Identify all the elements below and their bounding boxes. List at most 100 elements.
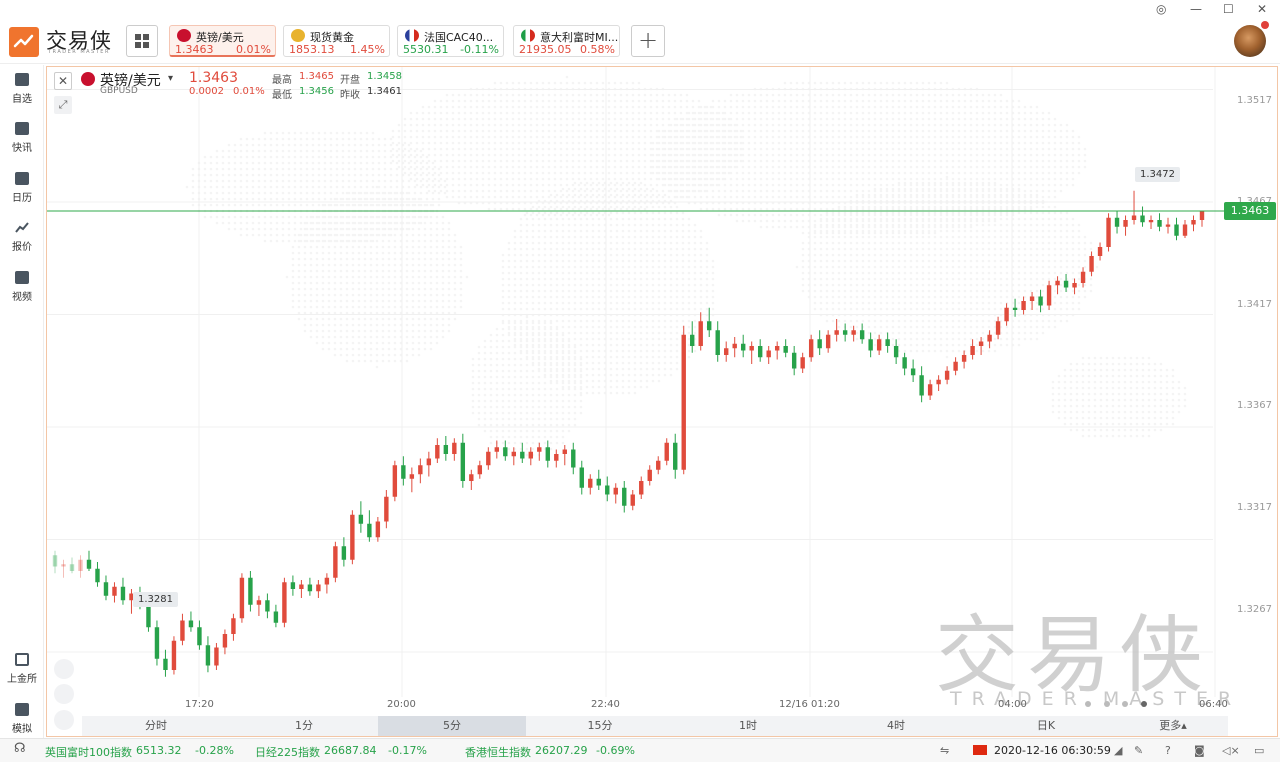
map-dot (651, 349, 655, 353)
map-dot (819, 195, 823, 199)
user-avatar[interactable] (1234, 25, 1266, 57)
map-dot (741, 153, 745, 157)
close-button[interactable]: ✕ (1257, 2, 1267, 16)
map-dot (493, 165, 497, 169)
map-dot (363, 269, 367, 273)
map-dot (499, 159, 503, 163)
map-dot (643, 183, 647, 187)
map-dot (537, 223, 541, 227)
minimize-button[interactable]: — (1190, 2, 1202, 16)
map-dot (499, 207, 503, 211)
map-dot (585, 301, 589, 305)
map-dot (687, 235, 691, 239)
map-dot (613, 117, 617, 121)
map-dot (627, 391, 631, 395)
map-dot (577, 195, 581, 199)
map-dot (341, 173, 345, 177)
map-dot (813, 81, 817, 85)
sidebar-item-calendar[interactable]: 日历 (0, 172, 44, 204)
map-dot (897, 111, 901, 115)
map-dot (345, 269, 349, 273)
map-dot (559, 141, 563, 145)
map-dot (351, 257, 355, 261)
map-dot (221, 167, 225, 171)
map-dot (561, 187, 565, 191)
map-dot (885, 81, 889, 85)
map-dot (681, 189, 685, 193)
map-dot (993, 135, 997, 139)
map-dot (669, 367, 673, 371)
map-dot (675, 165, 679, 169)
sidebar-item-simulate[interactable]: 模拟 (0, 703, 44, 735)
map-dot (335, 191, 339, 195)
map-dot (655, 195, 659, 199)
map-dot (363, 263, 367, 267)
map-dot (371, 143, 375, 147)
ticker-card-gbpusd[interactable]: 英镑/美元 1.3463 0.01% (169, 25, 276, 57)
map-dot (621, 211, 625, 215)
map-dot (753, 195, 757, 199)
map-dot (523, 123, 527, 127)
map-dot (615, 253, 619, 257)
map-dot (741, 213, 745, 217)
map-dot (657, 193, 661, 197)
map-dot (687, 217, 691, 221)
map-dot (915, 153, 919, 157)
sidebar-item-quotes[interactable]: 报价 (0, 221, 44, 253)
map-dot (405, 227, 409, 231)
map-dot (795, 93, 799, 97)
map-dot (951, 99, 955, 103)
map-dot (579, 205, 583, 209)
map-dot (287, 173, 291, 177)
map-dot (513, 247, 517, 251)
map-dot (987, 135, 991, 139)
ticker-card-ftse-mib[interactable]: 意大利富时MI... 21935.05 0.58% (513, 25, 620, 57)
map-dot (939, 105, 943, 109)
settings-icon[interactable]: ◎ (1156, 2, 1166, 16)
map-dot (741, 189, 745, 193)
grid-icon (135, 34, 149, 48)
map-dot (699, 189, 703, 193)
map-dot (559, 111, 563, 115)
map-dot (505, 165, 509, 169)
ticker-card-cac40[interactable]: 法国CAC40... 5530.31 -0.11% (397, 25, 504, 57)
map-dot (1029, 123, 1033, 127)
map-dot (675, 159, 679, 163)
map-dot (993, 111, 997, 115)
map-dot (529, 195, 533, 199)
map-dot (633, 217, 637, 221)
map-dot (1035, 105, 1039, 109)
map-dot (621, 325, 625, 329)
map-dot (345, 197, 349, 201)
map-dot (1035, 111, 1039, 115)
map-dot (393, 281, 397, 285)
map-dot (867, 189, 871, 193)
sidebar-item-exchange[interactable]: 上金所 (0, 653, 44, 685)
map-dot (903, 129, 907, 133)
map-dot (843, 93, 847, 97)
map-dot (837, 195, 841, 199)
map-dot (541, 129, 545, 133)
maximize-button[interactable]: ☐ (1223, 2, 1234, 16)
map-dot (945, 99, 949, 103)
map-dot (585, 319, 589, 323)
map-dot (597, 235, 601, 239)
ticker-card-gold[interactable]: 现货黄金 1853.13 1.45% (283, 25, 390, 57)
map-dot (939, 117, 943, 121)
map-dot (771, 195, 775, 199)
layout-grid-button[interactable] (126, 25, 158, 57)
map-dot (1029, 147, 1033, 151)
sidebar-item-video[interactable]: 视频 (0, 271, 44, 303)
map-dot (553, 195, 557, 199)
map-dot (591, 283, 595, 287)
sidebar-item-news[interactable]: 快讯 (0, 122, 44, 154)
map-dot (873, 105, 877, 109)
map-dot (437, 167, 441, 171)
map-dot (687, 337, 691, 341)
map-dot (493, 141, 497, 145)
map-dot (771, 117, 775, 121)
add-ticker-button[interactable]: + (631, 25, 665, 57)
sidebar-item-watchlist[interactable]: 自选 (0, 73, 44, 105)
map-dot (579, 241, 583, 245)
map-dot (795, 159, 799, 163)
